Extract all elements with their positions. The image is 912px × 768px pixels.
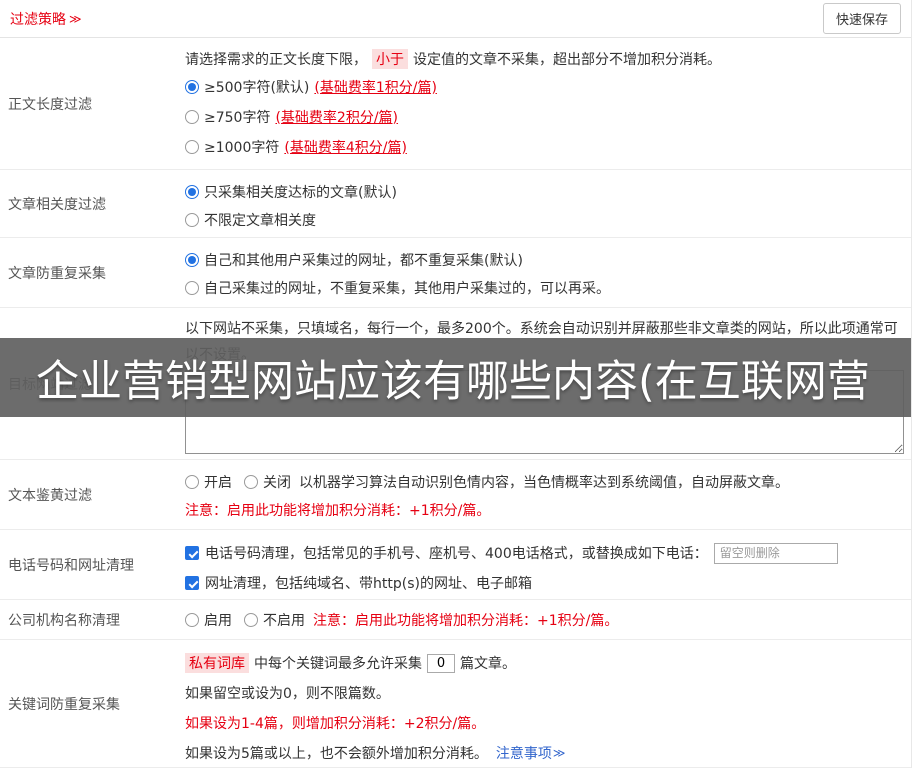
company-option-enable[interactable]: 启用 [204, 610, 232, 630]
keyword-dedup-label: 关键词防重复采集 [8, 696, 120, 713]
chevron-double-icon[interactable]: ≫ [553, 746, 566, 760]
option-fee-link: (基础费率4积分/篇) [284, 140, 407, 156]
phone-cleanup-text: 电话号码清理，包括常见的手机号、座机号、400电话格式，或替换成如下电话： [205, 546, 708, 562]
filter-strategy-page: 过滤策略 ≫ 快速保存 正文长度过滤 请选择需求的正文长度下限， 小于 设定值的… [0, 0, 912, 768]
row-dedup: 文章防重复采集 自己和其他用户采集过的网址，都不重复采集(默认) 自己采集过的网… [0, 238, 911, 308]
row-company-cleanup: 公司机构名称清理 启用 不启用 注意：启用此功能将增加积分消耗：+1积分/篇。 [0, 600, 911, 640]
radio-icon[interactable] [185, 140, 199, 154]
relevance-label: 文章相关度过滤 [8, 196, 106, 213]
keyword-note-cost: 如果设为1-4篇，则增加积分消耗：+2积分/篇。 [185, 716, 486, 732]
radio-icon[interactable] [244, 475, 258, 489]
porn-filter-label: 文本鉴黄过滤 [8, 487, 92, 504]
page-title[interactable]: 过滤策略 ≫ [10, 9, 82, 29]
company-cleanup-content: 启用 不启用 注意：启用此功能将增加积分消耗：+1积分/篇。 [178, 600, 911, 639]
option-fee-link: (基础费率1积分/篇) [314, 80, 437, 96]
checkbox-icon[interactable] [185, 546, 199, 560]
keyword-dedup-content: 私有词库 中每个关键词最多允许采集 篇文章。 如果留空或设为0，则不限篇数。 如… [178, 640, 911, 767]
row-phone-url: 电话号码和网址清理 电话号码清理，包括常见的手机号、座机号、400电话格式，或替… [0, 530, 911, 600]
keyword-note-five-text: 如果设为5篇或以上，也不会额外增加积分消耗。 [185, 746, 488, 762]
keyword-limit-suffix: 篇文章。 [460, 656, 516, 672]
length-option-500[interactable]: ≥500字符(默认) (基础费率1积分/篇) [185, 72, 903, 102]
company-option-disable[interactable]: 不启用 [263, 610, 305, 630]
porn-option-on[interactable]: 开启 [204, 472, 232, 492]
keyword-limit-line: 私有词库 中每个关键词最多允许采集 篇文章。 [185, 648, 903, 678]
radio-icon[interactable] [185, 475, 199, 489]
company-cleanup-options: 启用 不启用 注意：启用此功能将增加积分消耗：+1积分/篇。 [185, 608, 903, 632]
company-cleanup-warning: 注意：启用此功能将增加积分消耗：+1积分/篇。 [313, 613, 619, 629]
topbar: 过滤策略 ≫ 快速保存 [0, 0, 911, 38]
porn-filter-desc: 以机器学习算法自动识别色情内容，当色情概率达到系统阈值，自动屏蔽文章。 [299, 475, 789, 491]
option-text: 只采集相关度达标的文章(默认) [204, 185, 397, 201]
row-keyword-dedup: 关键词防重复采集 私有词库 中每个关键词最多允许采集 篇文章。 如果留空或设为0… [0, 640, 911, 768]
radio-icon[interactable] [244, 613, 258, 627]
checkbox-icon[interactable] [185, 576, 199, 590]
phone-cleanup-option[interactable]: 电话号码清理，包括常见的手机号、座机号、400电话格式，或替换成如下电话： [185, 538, 903, 568]
replacement-phone-input[interactable] [713, 542, 838, 564]
keyword-note-five: 如果设为5篇或以上，也不会额外增加积分消耗。 注意事项 ≫ [185, 738, 903, 768]
radio-icon[interactable] [185, 281, 199, 295]
option-text: 自己采集过的网址，不重复采集，其他用户采集过的，可以再采。 [204, 281, 610, 297]
intro-pre: 请选择需求的正文长度下限， [185, 52, 367, 68]
phone-url-label: 电话号码和网址清理 [8, 557, 134, 574]
option-text: ≥750字符 [204, 110, 271, 126]
relevance-content: 只采集相关度达标的文章(默认) 不限定文章相关度 [178, 170, 911, 237]
option-fee-link: (基础费率2积分/篇) [275, 110, 399, 126]
dedup-content: 自己和其他用户采集过的网址，都不重复采集(默认) 自己采集过的网址，不重复采集，… [178, 238, 911, 307]
length-option-1000[interactable]: ≥1000字符 (基础费率4积分/篇) [185, 132, 903, 162]
page-title-text: 过滤策略 [10, 11, 66, 28]
caption-overlay-text: 企业营销型网站应该有哪些内容(在互联网营 [36, 356, 870, 407]
option-text: 不限定文章相关度 [204, 213, 316, 229]
content-length-content: 请选择需求的正文长度下限， 小于 设定值的文章不采集，超出部分不增加积分消耗。 … [178, 38, 911, 169]
keyword-limit-text: 中每个关键词最多允许采集 [254, 656, 422, 672]
content-length-label: 正文长度过滤 [8, 96, 92, 113]
radio-icon[interactable] [185, 110, 199, 124]
dedup-option-self[interactable]: 自己采集过的网址，不重复采集，其他用户采集过的，可以再采。 [185, 274, 903, 302]
notice-link[interactable]: 注意事项 [496, 743, 552, 763]
dedup-option-global[interactable]: 自己和其他用户采集过的网址，都不重复采集(默认) [185, 246, 903, 274]
porn-option-off[interactable]: 关闭 [263, 472, 291, 492]
relevance-option-strict[interactable]: 只采集相关度达标的文章(默认) [185, 178, 903, 206]
url-cleanup-option[interactable]: 网址清理，包括纯域名、带http(s)的网址、电子邮箱 [185, 568, 903, 598]
chevron-down-icon: ≫ [69, 11, 82, 26]
radio-icon[interactable] [185, 185, 199, 199]
porn-filter-options: 开启 关闭 以机器学习算法自动识别色情内容，当色情概率达到系统阈值，自动屏蔽文章… [185, 468, 903, 496]
intro-highlight-tag: 小于 [372, 49, 408, 69]
row-content-length: 正文长度过滤 请选择需求的正文长度下限， 小于 设定值的文章不采集，超出部分不增… [0, 38, 911, 170]
option-text: 自己和其他用户采集过的网址，都不重复采集(默认) [204, 253, 523, 269]
content-length-intro: 请选择需求的正文长度下限， 小于 设定值的文章不采集，超出部分不增加积分消耗。 [185, 46, 903, 72]
radio-icon[interactable] [185, 213, 199, 227]
row-relevance: 文章相关度过滤 只采集相关度达标的文章(默认) 不限定文章相关度 [0, 170, 911, 238]
length-option-750[interactable]: ≥750字符 (基础费率2积分/篇) [185, 102, 903, 132]
keyword-note-zero: 如果留空或设为0，则不限篇数。 [185, 686, 390, 702]
quick-save-button[interactable]: 快速保存 [822, 3, 901, 34]
row-porn-filter: 文本鉴黄过滤 开启 关闭 以机器学习算法自动识别色情内容，当色情概率达到系统阈值… [0, 460, 911, 530]
radio-icon[interactable] [185, 80, 199, 94]
option-text: ≥1000字符 [204, 140, 280, 156]
relevance-option-any[interactable]: 不限定文章相关度 [185, 206, 903, 234]
private-lexicon-tag[interactable]: 私有词库 [185, 653, 249, 673]
option-text: ≥500字符(默认) [204, 80, 310, 96]
dedup-label: 文章防重复采集 [8, 265, 106, 282]
phone-url-content: 电话号码清理，包括常见的手机号、座机号、400电话格式，或替换成如下电话： 网址… [178, 530, 911, 599]
url-cleanup-text: 网址清理，包括纯域名、带http(s)的网址、电子邮箱 [205, 576, 532, 592]
intro-post: 设定值的文章不采集，超出部分不增加积分消耗。 [413, 52, 721, 68]
company-cleanup-label: 公司机构名称清理 [8, 612, 120, 629]
keyword-count-input[interactable] [427, 653, 455, 673]
porn-filter-warning: 注意：启用此功能将增加积分消耗：+1积分/篇。 [185, 503, 491, 519]
radio-icon[interactable] [185, 253, 199, 267]
radio-icon[interactable] [185, 613, 199, 627]
caption-overlay: 企业营销型网站应该有哪些内容(在互联网营 [0, 338, 911, 417]
porn-filter-content: 开启 关闭 以机器学习算法自动识别色情内容，当色情概率达到系统阈值，自动屏蔽文章… [178, 460, 911, 529]
